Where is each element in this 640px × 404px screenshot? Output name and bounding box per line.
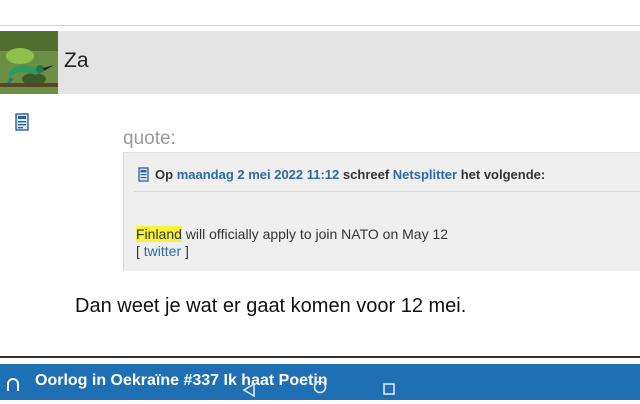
quote-source: [ twitter ] xyxy=(136,243,189,259)
recent-apps-icon[interactable] xyxy=(383,382,395,395)
user-header: Za xyxy=(0,31,640,94)
home-icon[interactable] xyxy=(313,380,327,394)
quote-box: Op maandag 2 mei 2022 11:12 schreef Nets… xyxy=(123,152,640,271)
quote-divider xyxy=(134,191,640,192)
quote-text: Finland will officially apply to join NA… xyxy=(136,226,448,242)
link-bracket-close: ] xyxy=(181,243,189,259)
username[interactable]: Za xyxy=(64,49,89,73)
topic-bar[interactable]: Oorlog in Oekraïne #337 Ik haat Poetin xyxy=(0,364,640,400)
quote-label: quote: xyxy=(123,128,176,149)
post-document-icon[interactable] xyxy=(15,113,29,131)
top-divider xyxy=(0,25,640,26)
avatar[interactable] xyxy=(0,31,58,94)
topic-title[interactable]: Oorlog in Oekraïne #337 Ik haat Poetin xyxy=(35,372,328,390)
quote-author-link[interactable]: Netsplitter xyxy=(393,167,457,182)
post-body: Dan weet je wat er gaat komen voor 12 me… xyxy=(75,295,467,317)
back-icon[interactable] xyxy=(240,381,258,399)
quote-date-link[interactable]: maandag 2 mei 2022 11:12 xyxy=(177,167,340,182)
highlighted-word: Finland xyxy=(136,226,182,242)
quote-prefix: Op xyxy=(155,167,174,182)
quote-document-icon[interactable] xyxy=(138,167,149,185)
quote-wrote: schreef xyxy=(342,167,390,182)
twitter-link[interactable]: twitter xyxy=(144,243,181,259)
bottom-divider xyxy=(0,356,640,358)
link-bracket-open: [ xyxy=(136,243,144,259)
quote-header: Op maandag 2 mei 2022 11:12 schreef Nets… xyxy=(138,167,545,185)
quote-suffix: het volgende: xyxy=(460,167,546,182)
quote-text-body: will officially apply to join NATO on Ma… xyxy=(181,226,449,242)
topic-icon xyxy=(6,377,20,391)
